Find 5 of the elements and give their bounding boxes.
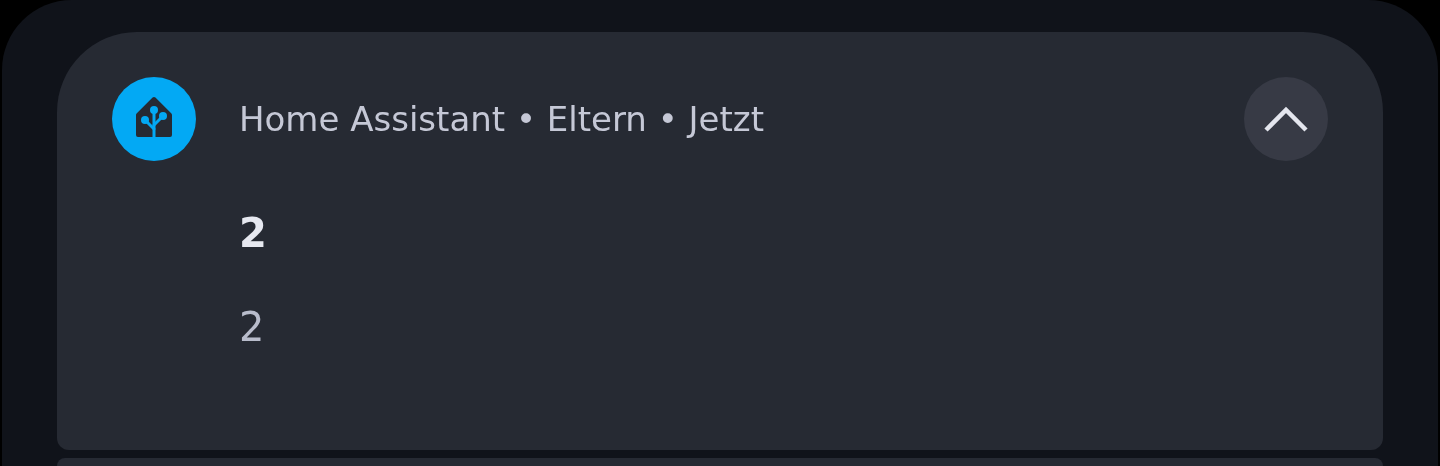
notification-title: 2 (239, 209, 267, 257)
chevron-icon (1262, 104, 1310, 134)
house-app-icon (112, 77, 196, 161)
notification-message: 2 (239, 303, 265, 351)
notification-header: Home Assistant • Eltern • Jetzt (239, 99, 765, 139)
